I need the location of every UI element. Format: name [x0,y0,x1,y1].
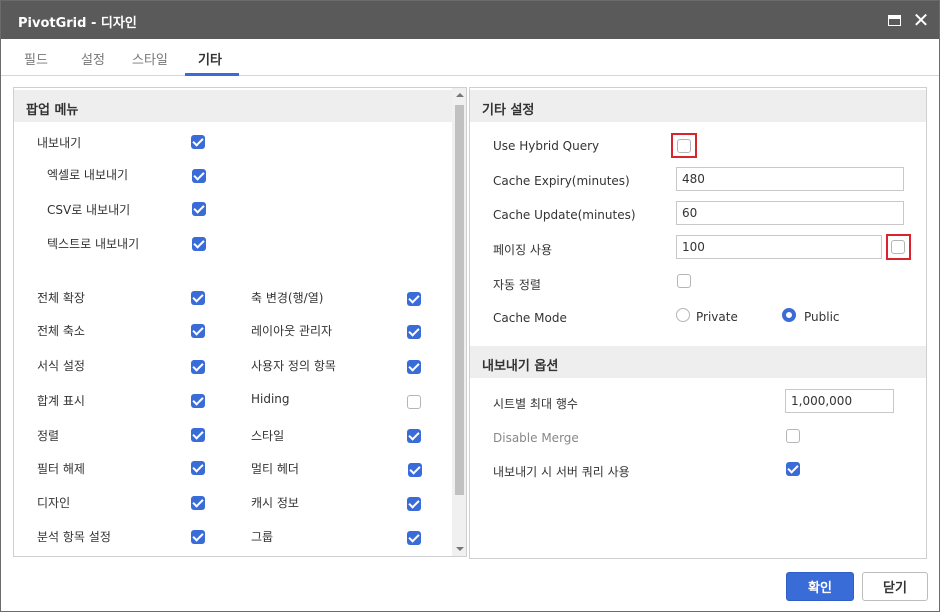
menu-item-label: 축 변경(행/열) [251,291,324,305]
menu-item-label: 전체 축소 [37,324,85,338]
menu-item-checkbox[interactable] [407,292,421,306]
cache-expiry-input[interactable] [676,167,904,191]
cache-update-input[interactable] [676,201,904,225]
popup-menu-scrollbar[interactable] [452,88,466,556]
disable-merge-label: Disable Merge [493,431,579,445]
menu-item-label: 전체 확장 [37,291,85,305]
menu-item-label: 합계 표시 [37,394,85,408]
menu-item-label: 레이아웃 관리자 [251,324,333,338]
menu-item-label: 멀티 헤더 [251,462,299,476]
use-hybrid-query-label: Use Hybrid Query [493,139,600,153]
menu-item-label: 정렬 [37,429,60,443]
menu-item-checkbox[interactable] [407,325,421,339]
menu-item-label: Hiding [251,392,290,406]
menu-item-checkbox[interactable] [407,360,421,374]
menu-item-label: 필터 해제 [37,462,85,476]
menu-item-checkbox[interactable] [191,461,205,475]
tab-style[interactable]: 스타일 [132,49,168,68]
export-csv-checkbox[interactable] [192,202,206,216]
popup-menu-header: 팝업 메뉴 [14,90,466,122]
auto-sort-label: 자동 정렬 [493,278,541,292]
maximize-icon[interactable] [884,10,904,30]
cache-mode-label: Cache Mode [493,311,567,325]
popup-menu-panel: 팝업 메뉴 내보내기 엑셀로 내보내기 CSV로 내보내기 텍스트로 내보내기 … [13,87,467,557]
tab-misc[interactable]: 기타 [198,49,222,68]
export-excel-label: 엑셀로 내보내기 [47,168,129,182]
cache-update-label: Cache Update(minutes) [493,208,636,222]
menu-item-label: 서식 설정 [37,359,85,373]
title-bar[interactable]: PivotGrid - 디자인 ✕ [1,1,939,39]
close-button[interactable]: 닫기 [862,572,928,601]
menu-item-checkbox[interactable] [191,428,205,442]
cache-mode-private-label: Private [696,310,738,324]
paging-input[interactable] [676,235,882,259]
cache-mode-private-radio[interactable] [676,308,690,322]
export-csv-label: CSV로 내보내기 [47,203,131,217]
active-tab-indicator [185,73,239,76]
cache-mode-public-label: Public [804,310,840,324]
menu-item-checkbox[interactable] [407,395,421,409]
tab-bar: 필드 설정 스타일 기타 [1,39,939,76]
menu-item-label: 디자인 [37,496,71,510]
server-query-checkbox[interactable] [786,462,800,476]
menu-item-label: 스타일 [251,429,285,443]
menu-item-checkbox[interactable] [407,497,421,511]
export-checkbox[interactable] [191,135,205,149]
tab-settings[interactable]: 설정 [81,49,105,68]
menu-item-checkbox[interactable] [191,530,205,544]
misc-settings-panel: 기타 설정 Use Hybrid Query Cache Expiry(minu… [469,87,927,559]
auto-sort-checkbox[interactable] [677,274,691,288]
menu-item-checkbox[interactable] [191,360,205,374]
export-text-label: 텍스트로 내보내기 [47,237,140,251]
highlight-box [886,234,911,260]
pivotgrid-design-dialog: PivotGrid - 디자인 ✕ 필드 설정 스타일 기타 팝업 메뉴 내보내… [0,0,940,612]
menu-item-checkbox[interactable] [407,429,421,443]
tab-fields[interactable]: 필드 [24,49,48,68]
export-text-checkbox[interactable] [192,237,206,251]
cache-expiry-label: Cache Expiry(minutes) [493,174,630,188]
menu-item-label: 캐시 정보 [251,496,299,510]
paging-label: 페이징 사용 [493,243,553,257]
menu-item-label: 사용자 정의 항목 [251,359,336,373]
cache-mode-public-radio[interactable] [782,308,796,322]
scroll-up-icon[interactable] [456,93,464,97]
disable-merge-checkbox[interactable] [786,429,800,443]
menu-item-checkbox[interactable] [407,531,421,545]
menu-item-label: 분석 항목 설정 [37,530,111,544]
export-label: 내보내기 [37,136,82,150]
highlight-box [671,133,697,158]
menu-item-checkbox[interactable] [191,496,205,510]
scroll-down-icon[interactable] [456,547,464,551]
menu-item-checkbox[interactable] [191,394,205,408]
menu-item-checkbox[interactable] [191,324,205,338]
scroll-thumb[interactable] [455,105,464,495]
window-title: PivotGrid - 디자인 [18,16,137,31]
menu-item-label: 그룹 [251,530,274,544]
close-icon[interactable]: ✕ [911,10,931,30]
export-excel-checkbox[interactable] [192,169,206,183]
max-rows-input[interactable] [785,389,894,413]
server-query-label: 내보내기 시 서버 쿼리 사용 [493,465,630,479]
menu-item-checkbox[interactable] [191,291,205,305]
misc-settings-header: 기타 설정 [470,90,926,122]
export-options-header: 내보내기 옵션 [470,346,926,378]
ok-button[interactable]: 확인 [786,572,854,601]
menu-item-checkbox[interactable] [408,463,422,477]
max-rows-label: 시트별 최대 행수 [493,397,578,411]
